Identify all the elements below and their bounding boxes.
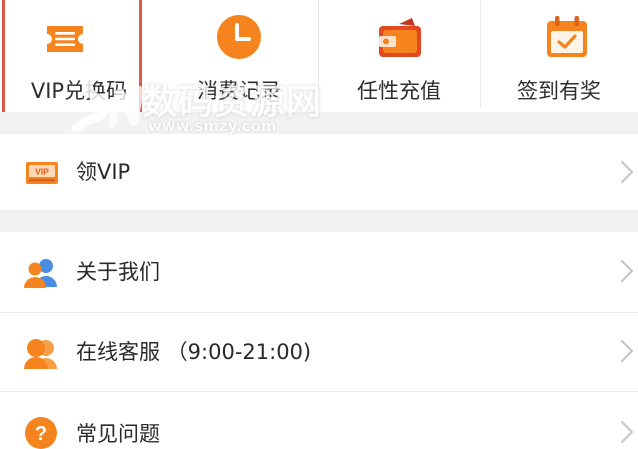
grid-item-sign-in[interactable]: 签到有奖 [480, 0, 638, 112]
calendar-check-icon [547, 16, 587, 57]
list-item-about-us[interactable]: 关于我们 [0, 232, 638, 312]
grid-item-consumption-record[interactable]: 消费记录 [160, 0, 318, 112]
svg-text:?: ? [35, 423, 47, 445]
vip-card-icon: VIP [26, 162, 58, 184]
list-item-label: 领VIP [76, 160, 131, 184]
clock-icon [217, 15, 261, 59]
list-item-label: 常见问题 [76, 422, 160, 446]
section-gap [0, 210, 638, 232]
divider [318, 0, 319, 108]
list-item-faq[interactable]: ? 常见问题 [0, 392, 638, 449]
svg-text:VIP: VIP [35, 167, 49, 177]
grid-item-label: 签到有奖 [517, 79, 601, 103]
users-icon [24, 259, 57, 288]
selection-highlight [2, 0, 142, 117]
chevron-right-icon [620, 160, 634, 184]
list-item-label: 关于我们 [76, 260, 160, 284]
chevron-right-icon [620, 259, 634, 283]
quick-actions-grid: VIP兑换码 消费记录 任性充值 签到有奖 [0, 0, 638, 117]
divider [480, 0, 481, 108]
support-agent-icon [24, 339, 57, 369]
chevron-right-icon [620, 339, 634, 363]
list-item-online-service[interactable]: 在线客服 （9:00-21:00) [0, 313, 638, 391]
grid-item-recharge[interactable]: 任性充值 [320, 0, 478, 112]
wallet-icon [379, 18, 421, 57]
question-icon: ? [25, 417, 57, 449]
grid-item-label: 消费记录 [197, 79, 281, 103]
list-item-get-vip[interactable]: VIP 领VIP [0, 134, 638, 210]
list-item-label: 在线客服 （9:00-21:00) [76, 340, 312, 364]
chevron-right-icon [620, 420, 634, 444]
section-gap [0, 112, 638, 134]
grid-item-label: 任性充值 [357, 79, 441, 103]
